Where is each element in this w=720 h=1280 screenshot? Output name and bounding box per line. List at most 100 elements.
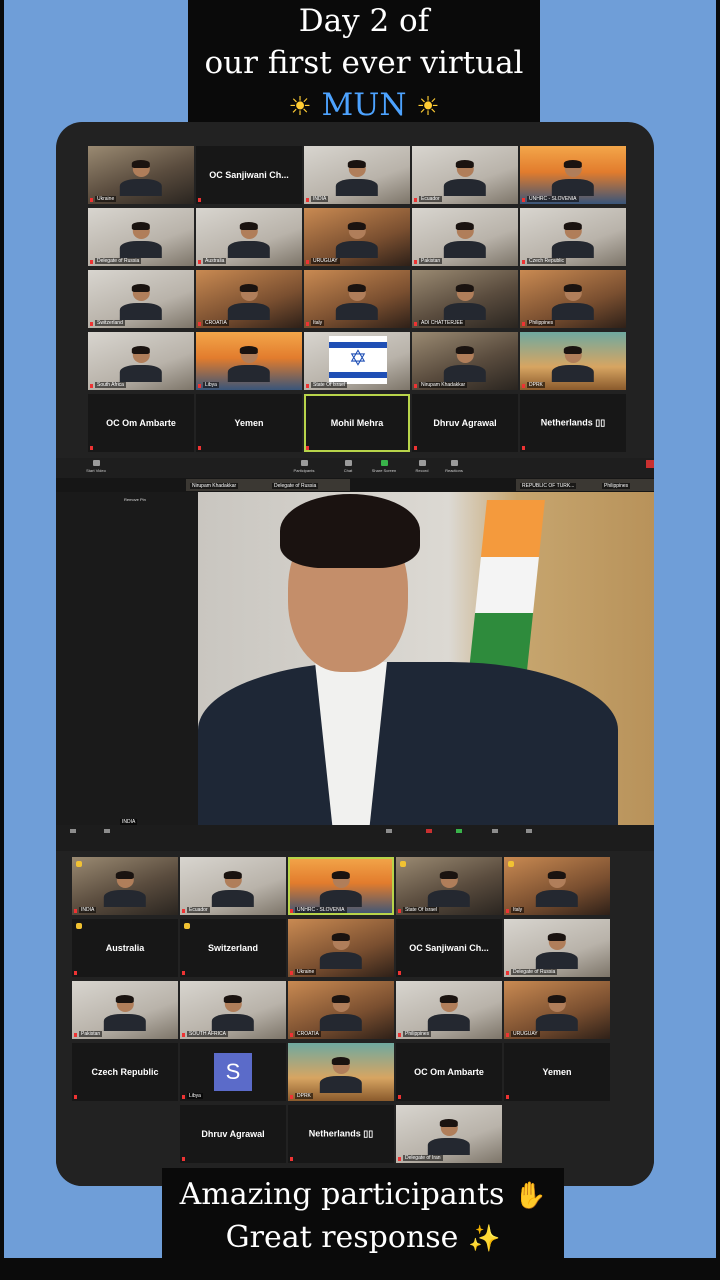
tile-name-tag: Ecuador (187, 907, 210, 913)
participant-tile[interactable]: Ecuador (412, 146, 518, 204)
mic-muted-icon (522, 446, 525, 450)
mic-muted-icon (414, 198, 417, 202)
participant-tile[interactable]: Pakistan (412, 208, 518, 266)
participant-video (335, 284, 379, 320)
participant-tile[interactable]: Ukraine (288, 919, 394, 977)
participant-tile[interactable]: CROATIA (196, 270, 302, 328)
strip-thumb[interactable]: Philippines (598, 479, 654, 491)
participant-tile[interactable]: Philippines (520, 270, 626, 328)
top-caption: Day 2 of our first ever virtual ☀ MUN ☀ (188, 0, 540, 123)
participant-tile[interactable]: Libya (196, 332, 302, 390)
participant-tile[interactable]: Dhruv Agrawal (412, 394, 518, 452)
active-speaker-video (198, 492, 654, 825)
participant-tile[interactable]: Delegate of Russia (504, 919, 610, 977)
tile-name-tag: Nirupam Khadakkar (419, 382, 468, 388)
tile-name-tag: State Of Israel (311, 382, 347, 388)
toolbar-dot[interactable] (526, 829, 532, 833)
caption-line-1: Day 2 of (298, 3, 430, 39)
tile-participant-label: Australia (105, 943, 145, 953)
tile-name-tag: INDIA (311, 196, 329, 202)
participant-tile[interactable]: Dhruv Agrawal (180, 1105, 286, 1163)
participant-tile[interactable]: Ecuador (180, 857, 286, 915)
toolbar-dot[interactable] (426, 829, 432, 833)
tile-name-tag: State Of Israel (403, 907, 439, 913)
leave-button[interactable] (646, 460, 654, 468)
participant-tile[interactable]: Ukraine (88, 146, 194, 204)
start-video-button[interactable]: Start Video (78, 460, 114, 473)
tile-name-tag: Pakistan (79, 1031, 103, 1037)
participant-tile[interactable]: Philippines (396, 981, 502, 1039)
tile-name-tag: Italy (511, 907, 525, 913)
participant-video (427, 1119, 471, 1155)
participant-tile[interactable]: URUGUAY (504, 981, 610, 1039)
mic-muted-icon (306, 446, 309, 450)
participant-tile[interactable]: CROATIA (288, 981, 394, 1039)
chat-button[interactable]: Chat (330, 460, 366, 473)
participant-tile[interactable]: Italy (304, 270, 410, 328)
participant-tile[interactable]: DPRK (520, 332, 626, 390)
mic-muted-icon (198, 384, 201, 388)
participant-tile[interactable]: OC Om Ambarte (396, 1043, 502, 1101)
participant-tile[interactable]: OC Sanjiwani Ch... (196, 146, 302, 204)
participant-tile[interactable]: Yemen (504, 1043, 610, 1101)
participant-tile[interactable]: Italy (504, 857, 610, 915)
mic-muted-icon (182, 1157, 185, 1161)
participant-tile[interactable]: Switzerland (88, 270, 194, 328)
participant-tile[interactable]: Pakistan (72, 981, 178, 1039)
raised-hand-icon (184, 923, 190, 929)
toolbar-dot[interactable] (386, 829, 392, 833)
participant-tile[interactable]: ✡ State Of Israel (304, 332, 410, 390)
participant-tile[interactable]: Netherlands ▯▯ (520, 394, 626, 452)
participant-tile[interactable]: OC Sanjiwani Ch... (396, 919, 502, 977)
participant-tile[interactable]: Mohil Mehra (304, 394, 410, 452)
participant-tile[interactable]: SOUTH AFRICA (180, 981, 286, 1039)
participant-tile[interactable]: UNHRC - SLOVENIA (520, 146, 626, 204)
share-screen-button[interactable]: Share Screen (366, 460, 402, 473)
toolbar-dot[interactable] (70, 829, 76, 833)
record-button[interactable]: Record (404, 460, 440, 473)
strip-thumb-name: Delegate of Russia (272, 483, 319, 489)
tile-name-tag: INDIA (79, 907, 97, 913)
tile-name-tag: UNHRC - SLOVENIA (527, 196, 579, 202)
participant-tile[interactable]: Switzerland (180, 919, 286, 977)
participant-tile[interactable]: Netherlands ▯▯ (288, 1105, 394, 1163)
toolbar-dot[interactable] (456, 829, 462, 833)
participant-tile[interactable]: Yemen (196, 394, 302, 452)
participant-tile[interactable]: OC Om Ambarte (88, 394, 194, 452)
reactions-button[interactable]: Reactions (436, 460, 472, 473)
toolbar-dot[interactable] (492, 829, 498, 833)
strip-thumb[interactable]: REPUBLIC OF TURK... (516, 479, 598, 491)
participant-tile[interactable]: UNHRC - SLOVENIA (288, 857, 394, 915)
right-edge (716, 0, 720, 1280)
strip-thumb[interactable]: Delegate of Russia (268, 479, 350, 491)
participant-tile[interactable]: URUGUAY (304, 208, 410, 266)
participant-tile[interactable]: Australia (72, 919, 178, 977)
participant-tile[interactable]: Czech Republic (520, 208, 626, 266)
participant-tile[interactable]: Nirupam Khadakkar (412, 332, 518, 390)
participant-tile[interactable]: Australia (196, 208, 302, 266)
participant-tile[interactable]: S Libya (180, 1043, 286, 1101)
participant-tile[interactable]: ADI CHATTERJEE (412, 270, 518, 328)
participant-tile[interactable]: Czech Republic (72, 1043, 178, 1101)
tile-participant-label: OC Om Ambarte (106, 418, 176, 428)
mic-muted-icon (506, 909, 509, 913)
participant-tile[interactable]: Delegate of Russia (88, 208, 194, 266)
toolbar-dot[interactable] (104, 829, 110, 833)
phone-screenshot: Ukraine OC Sanjiwani Ch... INDIA Ecuador UNH… (56, 122, 654, 1186)
participant-tile[interactable]: Delegate of Iran (396, 1105, 502, 1163)
tile-participant-label: Yemen (542, 1067, 572, 1077)
participant-tile[interactable]: State Of Israel (396, 857, 502, 915)
tile-participant-label: Czech Republic (91, 1067, 159, 1077)
participant-tile[interactable]: South Africa (88, 332, 194, 390)
participant-video (535, 995, 579, 1031)
remove-pin-button[interactable]: Remove Pin (124, 497, 146, 502)
start-video-label: Start Video (86, 468, 106, 473)
strip-thumb[interactable]: Nirupam Khadakkar (186, 479, 268, 491)
participant-video (119, 284, 163, 320)
participant-tile[interactable]: DPRK (288, 1043, 394, 1101)
participant-tile[interactable]: INDIA (304, 146, 410, 204)
participants-icon (300, 460, 308, 466)
participants-button[interactable]: Participants (286, 460, 322, 473)
chat-label: Chat (343, 468, 353, 473)
participant-tile[interactable]: INDIA (72, 857, 178, 915)
